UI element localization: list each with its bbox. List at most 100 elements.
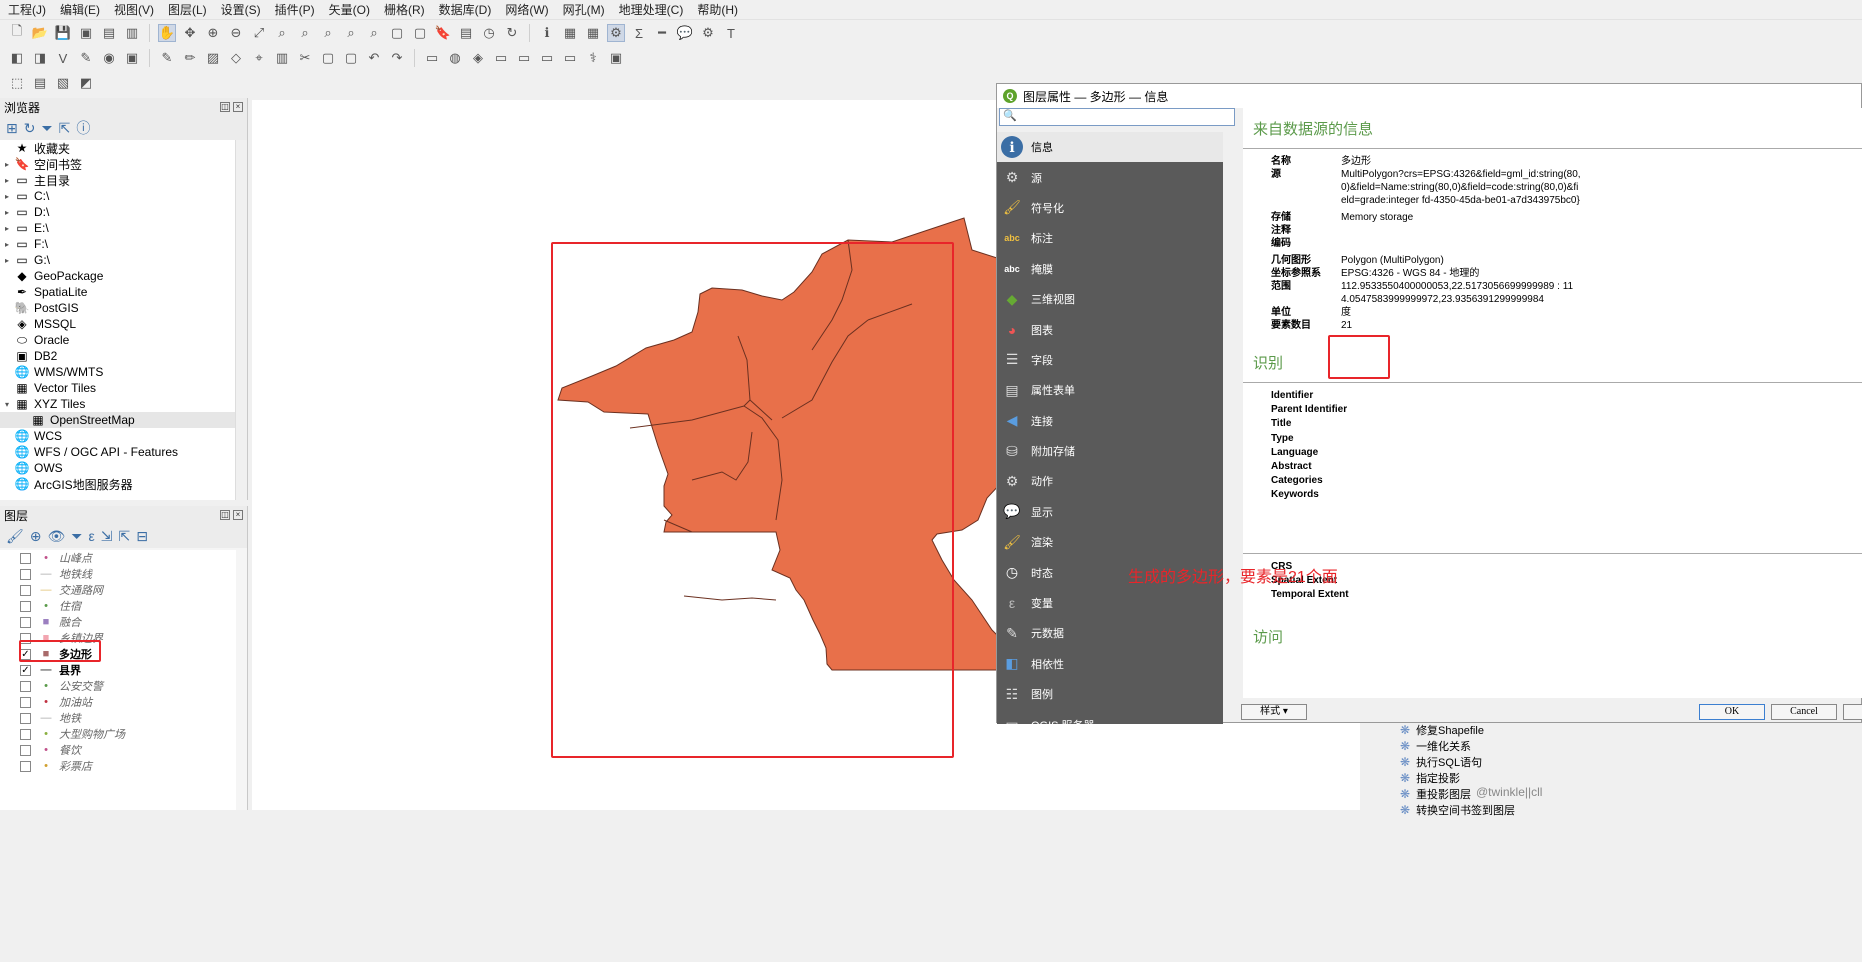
nav-item[interactable]: ✎ 元数据 xyxy=(997,618,1223,648)
expand-arrow-icon[interactable]: ▸ xyxy=(0,176,14,185)
undo-icon[interactable]: ↶ xyxy=(365,49,383,67)
menu-item[interactable]: 设置(S) xyxy=(221,1,261,18)
browser-item[interactable]: ▦ Vector Tiles xyxy=(0,380,236,396)
processing-item[interactable]: ❋ 一维化关系 xyxy=(1400,738,1550,754)
layer-row[interactable]: ✓ — 县界 xyxy=(0,662,236,678)
layer-checkbox[interactable] xyxy=(20,584,31,596)
menu-item[interactable]: 栅格(R) xyxy=(384,1,425,18)
move-label-icon[interactable]: ▭ xyxy=(515,49,533,67)
add-db-icon[interactable]: ◉ xyxy=(100,49,118,67)
layer-row[interactable]: — 交通路网 xyxy=(0,582,236,598)
nav-item[interactable]: ◕ 图表 xyxy=(997,314,1223,344)
bookmark-icon[interactable]: 🔖 xyxy=(434,24,452,42)
nav-scrollbar[interactable] xyxy=(1225,132,1235,722)
close-icon[interactable]: × xyxy=(233,510,243,520)
browser-item[interactable]: 🌐 WCS xyxy=(0,428,236,444)
layer-row[interactable]: • 餐饮 xyxy=(0,742,236,758)
browser-item[interactable]: ◈ MSSQL xyxy=(0,316,236,332)
float-icon[interactable]: ◫ xyxy=(220,102,230,112)
nav-item[interactable]: ◧ 相依性 xyxy=(997,649,1223,679)
layer-row[interactable]: • 山峰点 xyxy=(0,550,236,566)
attribute-table-icon[interactable]: ▦ xyxy=(561,24,579,42)
edit-pencil-icon[interactable]: ✎ xyxy=(158,49,176,67)
rotate-label-icon[interactable]: ▭ xyxy=(538,49,556,67)
layout-manager-icon[interactable]: ▥ xyxy=(123,24,141,42)
menu-item[interactable]: 插件(P) xyxy=(275,1,315,18)
layer-checkbox[interactable] xyxy=(20,600,31,612)
browser-scrollbar[interactable] xyxy=(235,140,247,500)
browser-item[interactable]: ▸ ▭ F:\ xyxy=(0,236,236,252)
processing-item[interactable]: ❋ 修复Shapefile xyxy=(1400,722,1550,738)
dialog-search-input[interactable]: 🔍 xyxy=(999,108,1235,126)
layer-row[interactable]: ■ 融合 xyxy=(0,614,236,630)
menu-item[interactable]: 数据库(D) xyxy=(439,1,492,18)
add-group-icon[interactable]: ⊕ xyxy=(30,528,42,545)
nav-item[interactable]: abc 掩膜 xyxy=(997,254,1223,284)
zoom-in-icon[interactable]: ⊕ xyxy=(204,24,222,42)
browser-item[interactable]: ▾ ▦ XYZ Tiles xyxy=(0,396,236,412)
layer-row[interactable]: — 地铁 xyxy=(0,710,236,726)
remove-layer-icon[interactable]: ⊟ xyxy=(136,528,148,545)
measure-icon[interactable]: ━ xyxy=(653,24,671,42)
vertex-tool-icon[interactable]: ⌖ xyxy=(250,49,268,67)
layer-row[interactable]: • 加油站 xyxy=(0,694,236,710)
filter-legend-icon[interactable]: ⏷ xyxy=(71,528,82,545)
zoom-layer-icon[interactable]: ⌕ xyxy=(296,24,314,42)
browser-item[interactable]: ✒ SpatiaLite xyxy=(0,284,236,300)
statistics-icon[interactable]: Σ xyxy=(630,24,648,42)
digitize-icon[interactable]: ✎ xyxy=(77,49,95,67)
diagram-tool-icon[interactable]: ◍ xyxy=(446,49,464,67)
select-features-icon[interactable]: ⬚ xyxy=(8,74,26,92)
add-feature-icon[interactable]: ◇ xyxy=(227,49,245,67)
nav-item[interactable]: ▤ 属性表单 xyxy=(997,375,1223,405)
browser-item[interactable]: ▸ ▭ D:\ xyxy=(0,204,236,220)
save-edits-icon[interactable]: ▨ xyxy=(204,49,222,67)
python-icon[interactable]: ⚕ xyxy=(584,49,602,67)
expand-arrow-icon[interactable]: ▸ xyxy=(0,224,14,233)
expand-arrow-icon[interactable]: ▸ xyxy=(0,256,14,265)
browser-item[interactable]: ◆ GeoPackage xyxy=(0,268,236,284)
browser-item[interactable]: 🌐 OWS xyxy=(0,460,236,476)
browser-item[interactable]: ▸ ▭ C:\ xyxy=(0,188,236,204)
layer-checkbox[interactable] xyxy=(20,728,31,740)
layer-row[interactable]: • 公安交警 xyxy=(0,678,236,694)
layer-checkbox[interactable] xyxy=(20,552,31,564)
expand-arrow-icon[interactable]: ▸ xyxy=(0,208,14,217)
browser-item[interactable]: 🐘 PostGIS xyxy=(0,300,236,316)
menu-item[interactable]: 矢量(O) xyxy=(329,1,370,18)
layer-checkbox[interactable] xyxy=(20,712,31,724)
cancel-button[interactable]: Cancel xyxy=(1771,704,1837,720)
paste-icon[interactable]: ▢ xyxy=(342,49,360,67)
layer-checkbox[interactable] xyxy=(20,744,31,756)
processing-item[interactable]: ❋ 转换空间书签到图层 xyxy=(1400,802,1550,818)
map-tips-icon[interactable]: 💬 xyxy=(676,24,694,42)
nav-item[interactable]: abc 标注 xyxy=(997,223,1223,253)
nav-item[interactable]: ◆ 三维视图 xyxy=(997,284,1223,314)
change-label-icon[interactable]: ▭ xyxy=(561,49,579,67)
close-icon[interactable]: × xyxy=(233,102,243,112)
delete-icon[interactable]: ▥ xyxy=(273,49,291,67)
collapse-icon[interactable]: ⇱ xyxy=(59,120,71,137)
zoom-last-icon[interactable]: ⌕ xyxy=(342,24,360,42)
new-map-view-icon[interactable]: ▢ xyxy=(388,24,406,42)
select-location-icon[interactable]: ◩ xyxy=(77,74,95,92)
nav-item[interactable]: ℹ 信息 xyxy=(997,132,1223,163)
refresh-icon[interactable]: ↻ xyxy=(503,24,521,42)
data-source-manager-icon[interactable]: ◧ xyxy=(8,49,26,67)
nav-item[interactable]: ▭ QGIS 服务器 xyxy=(997,709,1223,724)
browser-item[interactable]: ▸ ▭ G:\ xyxy=(0,252,236,268)
expand-arrow-icon[interactable]: ▾ xyxy=(0,400,14,409)
layer-checkbox[interactable] xyxy=(20,616,31,628)
settings-icon[interactable]: ⚙ xyxy=(699,24,717,42)
redo-icon[interactable]: ↷ xyxy=(388,49,406,67)
add-selected-icon[interactable]: ⊞ xyxy=(6,120,18,137)
save-project-icon[interactable]: 💾 xyxy=(54,24,72,42)
identify-icon[interactable]: ℹ xyxy=(538,24,556,42)
label-tool-icon[interactable]: ▭ xyxy=(423,49,441,67)
browser-item[interactable]: 🌐 ArcGIS地图服务器 xyxy=(0,476,236,492)
style-icon[interactable]: 🖌 xyxy=(6,528,24,545)
nav-item[interactable]: ☰ 字段 xyxy=(997,345,1223,375)
ok-button[interactable]: OK xyxy=(1699,704,1765,720)
nav-item[interactable]: 🖌 符号化 xyxy=(997,193,1223,223)
toggle-edit-icon[interactable]: ✏ xyxy=(181,49,199,67)
